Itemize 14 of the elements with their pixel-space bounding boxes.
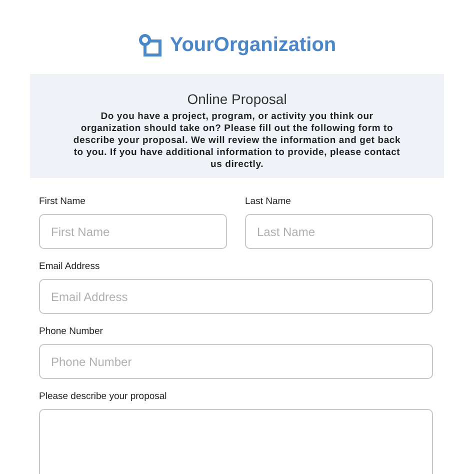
field-label: Last Name <box>245 196 292 208</box>
field-label: Phone Number <box>39 326 104 338</box>
input-field[interactable]: Last Name <box>245 214 433 249</box>
logo-text: YourOrganization <box>170 32 336 58</box>
logo-icon <box>138 32 162 56</box>
input-field[interactable]: Email Address <box>39 279 433 314</box>
form-title: Online Proposal <box>187 90 287 109</box>
field-label: Email Address <box>39 261 101 273</box>
input-field[interactable]: Phone Number <box>39 344 433 379</box>
field-label: First Name <box>39 196 86 208</box>
field-label: Please describe your proposal <box>39 391 168 403</box>
proposal-field[interactable] <box>39 409 433 474</box>
input-field[interactable]: First Name <box>39 214 227 249</box>
intro-text: Do you have a project, program, or activity you think our organization should take on? Please fill out the following form to describe your proposal. We will review the information and get back to you. If you have additional information to provide, please contact us directly. <box>72 111 402 171</box>
